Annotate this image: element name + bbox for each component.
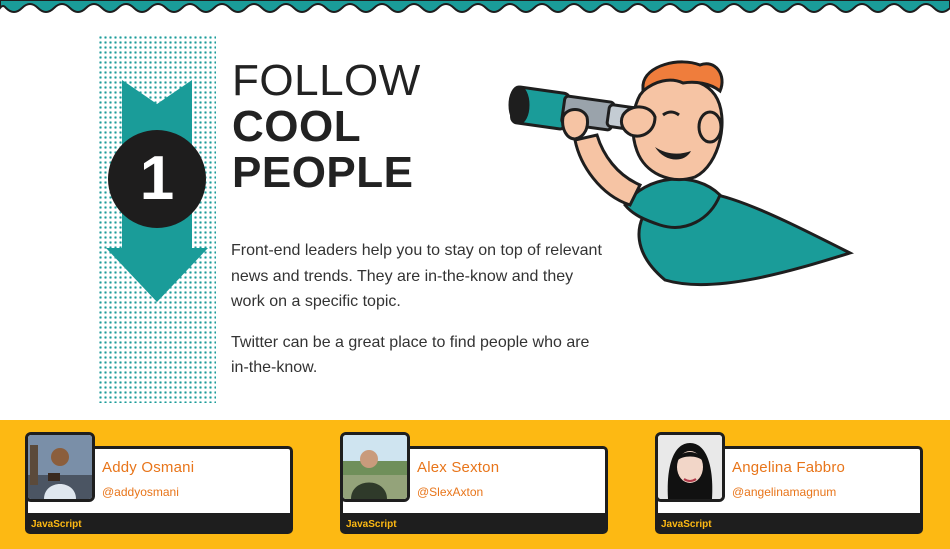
person-handle[interactable]: @SlexAxton — [417, 485, 483, 499]
heading-line-cool: COOL — [232, 102, 362, 151]
intro-paragraph-2: Twitter can be a great place to find peo… — [231, 333, 590, 377]
card-footer: JavaScript — [658, 513, 920, 531]
telescope-mascot-illustration — [508, 60, 854, 287]
avatar[interactable] — [655, 432, 725, 502]
topic-tag[interactable]: JavaScript — [31, 519, 82, 530]
avatar[interactable] — [340, 432, 410, 502]
person-name[interactable]: Alex Sexton — [417, 459, 499, 476]
avatar[interactable] — [25, 432, 95, 502]
person-name[interactable]: Addy Osmani — [102, 459, 194, 476]
topic-tag[interactable]: JavaScript — [661, 519, 712, 530]
heading-line-follow: FOLLOW — [232, 56, 421, 105]
person-handle[interactable]: @addyosmani — [102, 485, 179, 499]
person-handle[interactable]: @angelinamagnum — [732, 485, 836, 499]
section-heading: FOLLOW COOL PEOPLE — [232, 58, 421, 196]
avatar-photo-alex — [343, 435, 407, 499]
person-card-angelina-fabbro[interactable]: Angelina Fabbro @angelinamagnum JavaScri… — [655, 432, 923, 534]
card-footer: JavaScript — [343, 513, 605, 531]
person-card-addy-osmani[interactable]: Addy Osmani @addyosmani JavaScript — [25, 432, 293, 534]
step-number-badge: 1 — [108, 130, 206, 228]
heading-line-people: PEOPLE — [232, 148, 414, 197]
topic-tag[interactable]: JavaScript — [346, 519, 397, 530]
avatar-photo-angelina — [658, 435, 722, 499]
wavy-top-border — [0, 0, 950, 13]
avatar-photo-addy — [28, 435, 92, 499]
person-card-alex-sexton[interactable]: Alex Sexton @SlexAxton JavaScript — [340, 432, 608, 534]
card-footer: JavaScript — [28, 513, 290, 531]
person-name[interactable]: Angelina Fabbro — [732, 459, 845, 476]
